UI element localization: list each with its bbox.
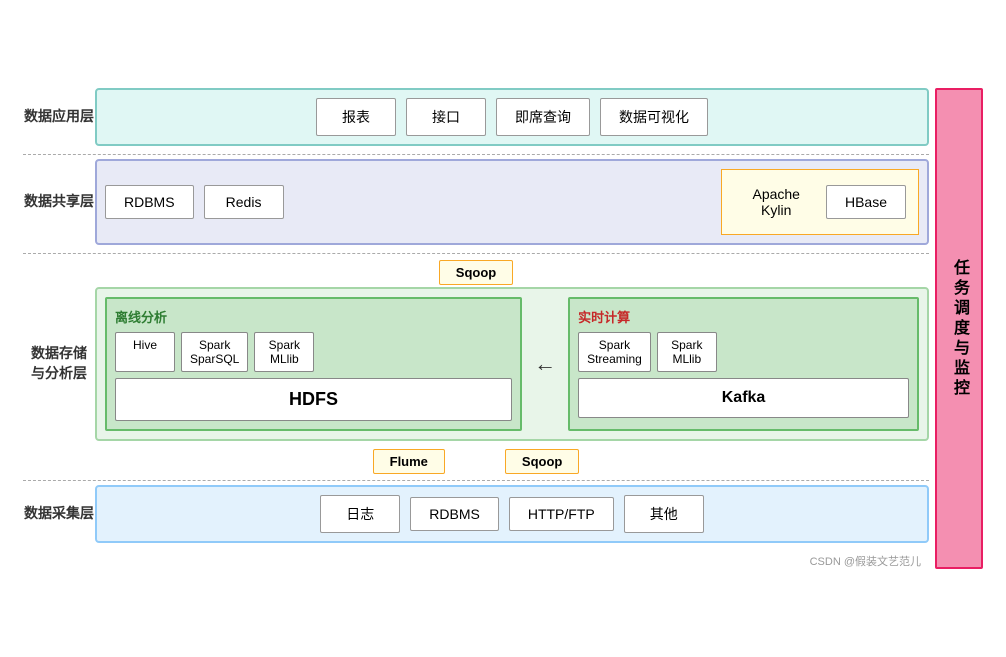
app-layer-label: 数据应用层 [23,88,95,146]
share-right-group: ApacheKylin HBase [721,169,919,235]
sep3 [23,480,929,481]
share-layer-label: 数据共享层 [23,159,95,245]
collect-http: HTTP/FTP [509,497,614,531]
share-hbase: HBase [826,185,906,219]
offline-title: 离线分析 [115,307,512,326]
app-items-row: 报表 接口 即席查询 数据可视化 [105,98,919,136]
sqoop-middle-row: Sqoop [23,260,929,285]
collect-layer-content: 日志 RDBMS HTTP/FTP 其他 [95,485,929,543]
storage-inner: 离线分析 Hive SparkSparSQL SparkMLlib HDFS ← [105,297,919,431]
share-layer-row: 数据共享层 RDBMS Redis ApacheKylin HBase [23,159,929,245]
flume-badge: Flume [373,449,445,474]
realtime-spark-streaming: SparkStreaming [578,332,651,372]
sqoop-middle-badge: Sqoop [439,260,513,285]
collect-layer-row: 数据采集层 日志 RDBMS HTTP/FTP 其他 [23,485,929,543]
app-layer-content: 报表 接口 即席查询 数据可视化 [95,88,929,146]
collect-other: 其他 [624,495,704,533]
sep2 [23,253,929,254]
realtime-items: SparkStreaming SparkMLlib [578,332,909,372]
right-sidebar: 任务调度与监控 [935,88,983,569]
offline-hive: Hive [115,332,175,372]
sep1 [23,154,929,155]
storage-layer-row: 数据存储与分析层 离线分析 Hive SparkSparSQL SparkMLl… [23,287,929,441]
share-rdbms: RDBMS [105,185,194,219]
app-item-jixichaxun: 即席查询 [496,98,590,136]
kafka-box: Kafka [578,378,909,418]
collect-log: 日志 [320,495,400,533]
sidebar-label: 任务调度与监控 [947,259,971,399]
storage-layer-label: 数据存储与分析层 [23,287,95,441]
share-redis: Redis [204,185,284,219]
flume-sqoop-row: Flume Sqoop [23,449,929,474]
watermark: CSDN @假装文艺范儿 [23,553,929,569]
hdfs-box: HDFS [115,378,512,421]
share-layer-content: RDBMS Redis ApacheKylin HBase [95,159,929,245]
offline-items: Hive SparkSparSQL SparkMLlib [115,332,512,372]
realtime-title: 实时计算 [578,307,909,326]
share-inner: RDBMS Redis ApacheKylin HBase [105,169,919,235]
share-apache-kylin: ApacheKylin [734,178,817,226]
offline-sparksql: SparkSparSQL [181,332,248,372]
collect-layer-label: 数据采集层 [23,485,95,543]
offline-box: 离线分析 Hive SparkSparSQL SparkMLlib HDFS [105,297,522,431]
realtime-box: 实时计算 SparkStreaming SparkMLlib Kafka [568,297,919,431]
app-item-shujukeshihua: 数据可视化 [600,98,708,136]
collect-rdbms: RDBMS [410,497,499,531]
storage-layer-content: 离线分析 Hive SparkSparSQL SparkMLlib HDFS ← [95,287,929,441]
offline-sparkml: SparkMLlib [254,332,314,372]
app-item-baobiao: 报表 [316,98,396,136]
app-item-jiekou: 接口 [406,98,486,136]
realtime-spark-mllib: SparkMLlib [657,332,717,372]
collect-items-row: 日志 RDBMS HTTP/FTP 其他 [105,495,919,533]
hdfs-kafka-arrow: ← [530,297,560,431]
app-layer-row: 数据应用层 报表 接口 即席查询 数据可视化 [23,88,929,146]
sqoop-bottom-badge: Sqoop [505,449,579,474]
